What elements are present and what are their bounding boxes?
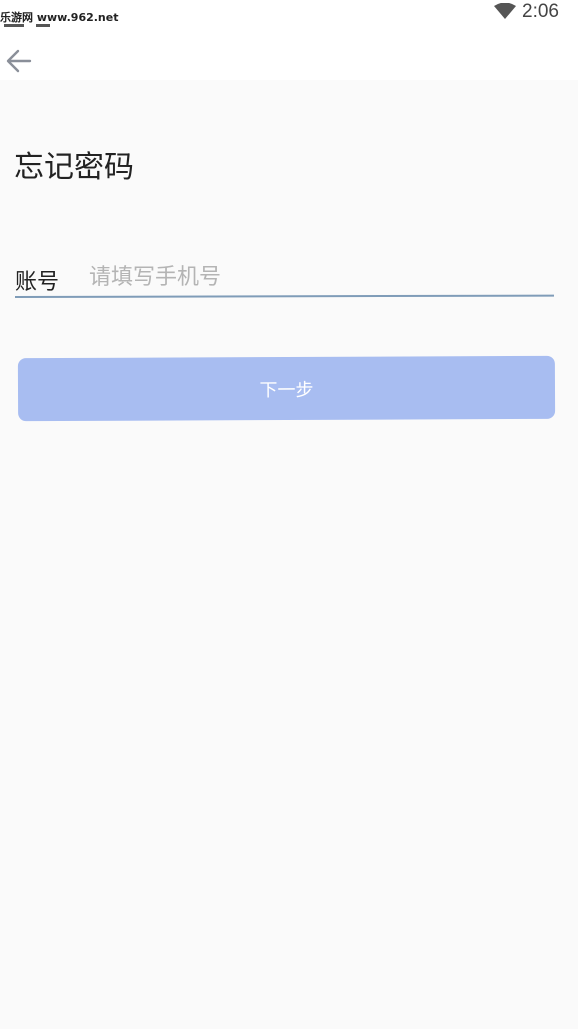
account-underline: [14, 294, 555, 298]
status-bar: 乐游网 www.962.net 2:06: [0, 0, 578, 30]
watermark-text: 乐游网 www.962.net: [0, 11, 119, 24]
wifi-icon: [494, 3, 516, 19]
arrow-left-icon: [6, 49, 32, 73]
app-bar: [0, 30, 578, 80]
status-clock: 2:06: [522, 1, 559, 22]
forgot-password-screen: 乐游网 www.962.net 2:06 忘记密码 账号 下一步: [0, 0, 578, 1029]
page-title: 忘记密码: [14, 150, 134, 185]
account-label: 账号: [15, 270, 60, 295]
account-field: 账号: [14, 258, 555, 298]
back-button[interactable]: [4, 47, 34, 75]
next-step-button[interactable]: 下一步: [17, 355, 556, 422]
account-input[interactable]: [89, 258, 549, 296]
notification-icons: [4, 24, 50, 28]
